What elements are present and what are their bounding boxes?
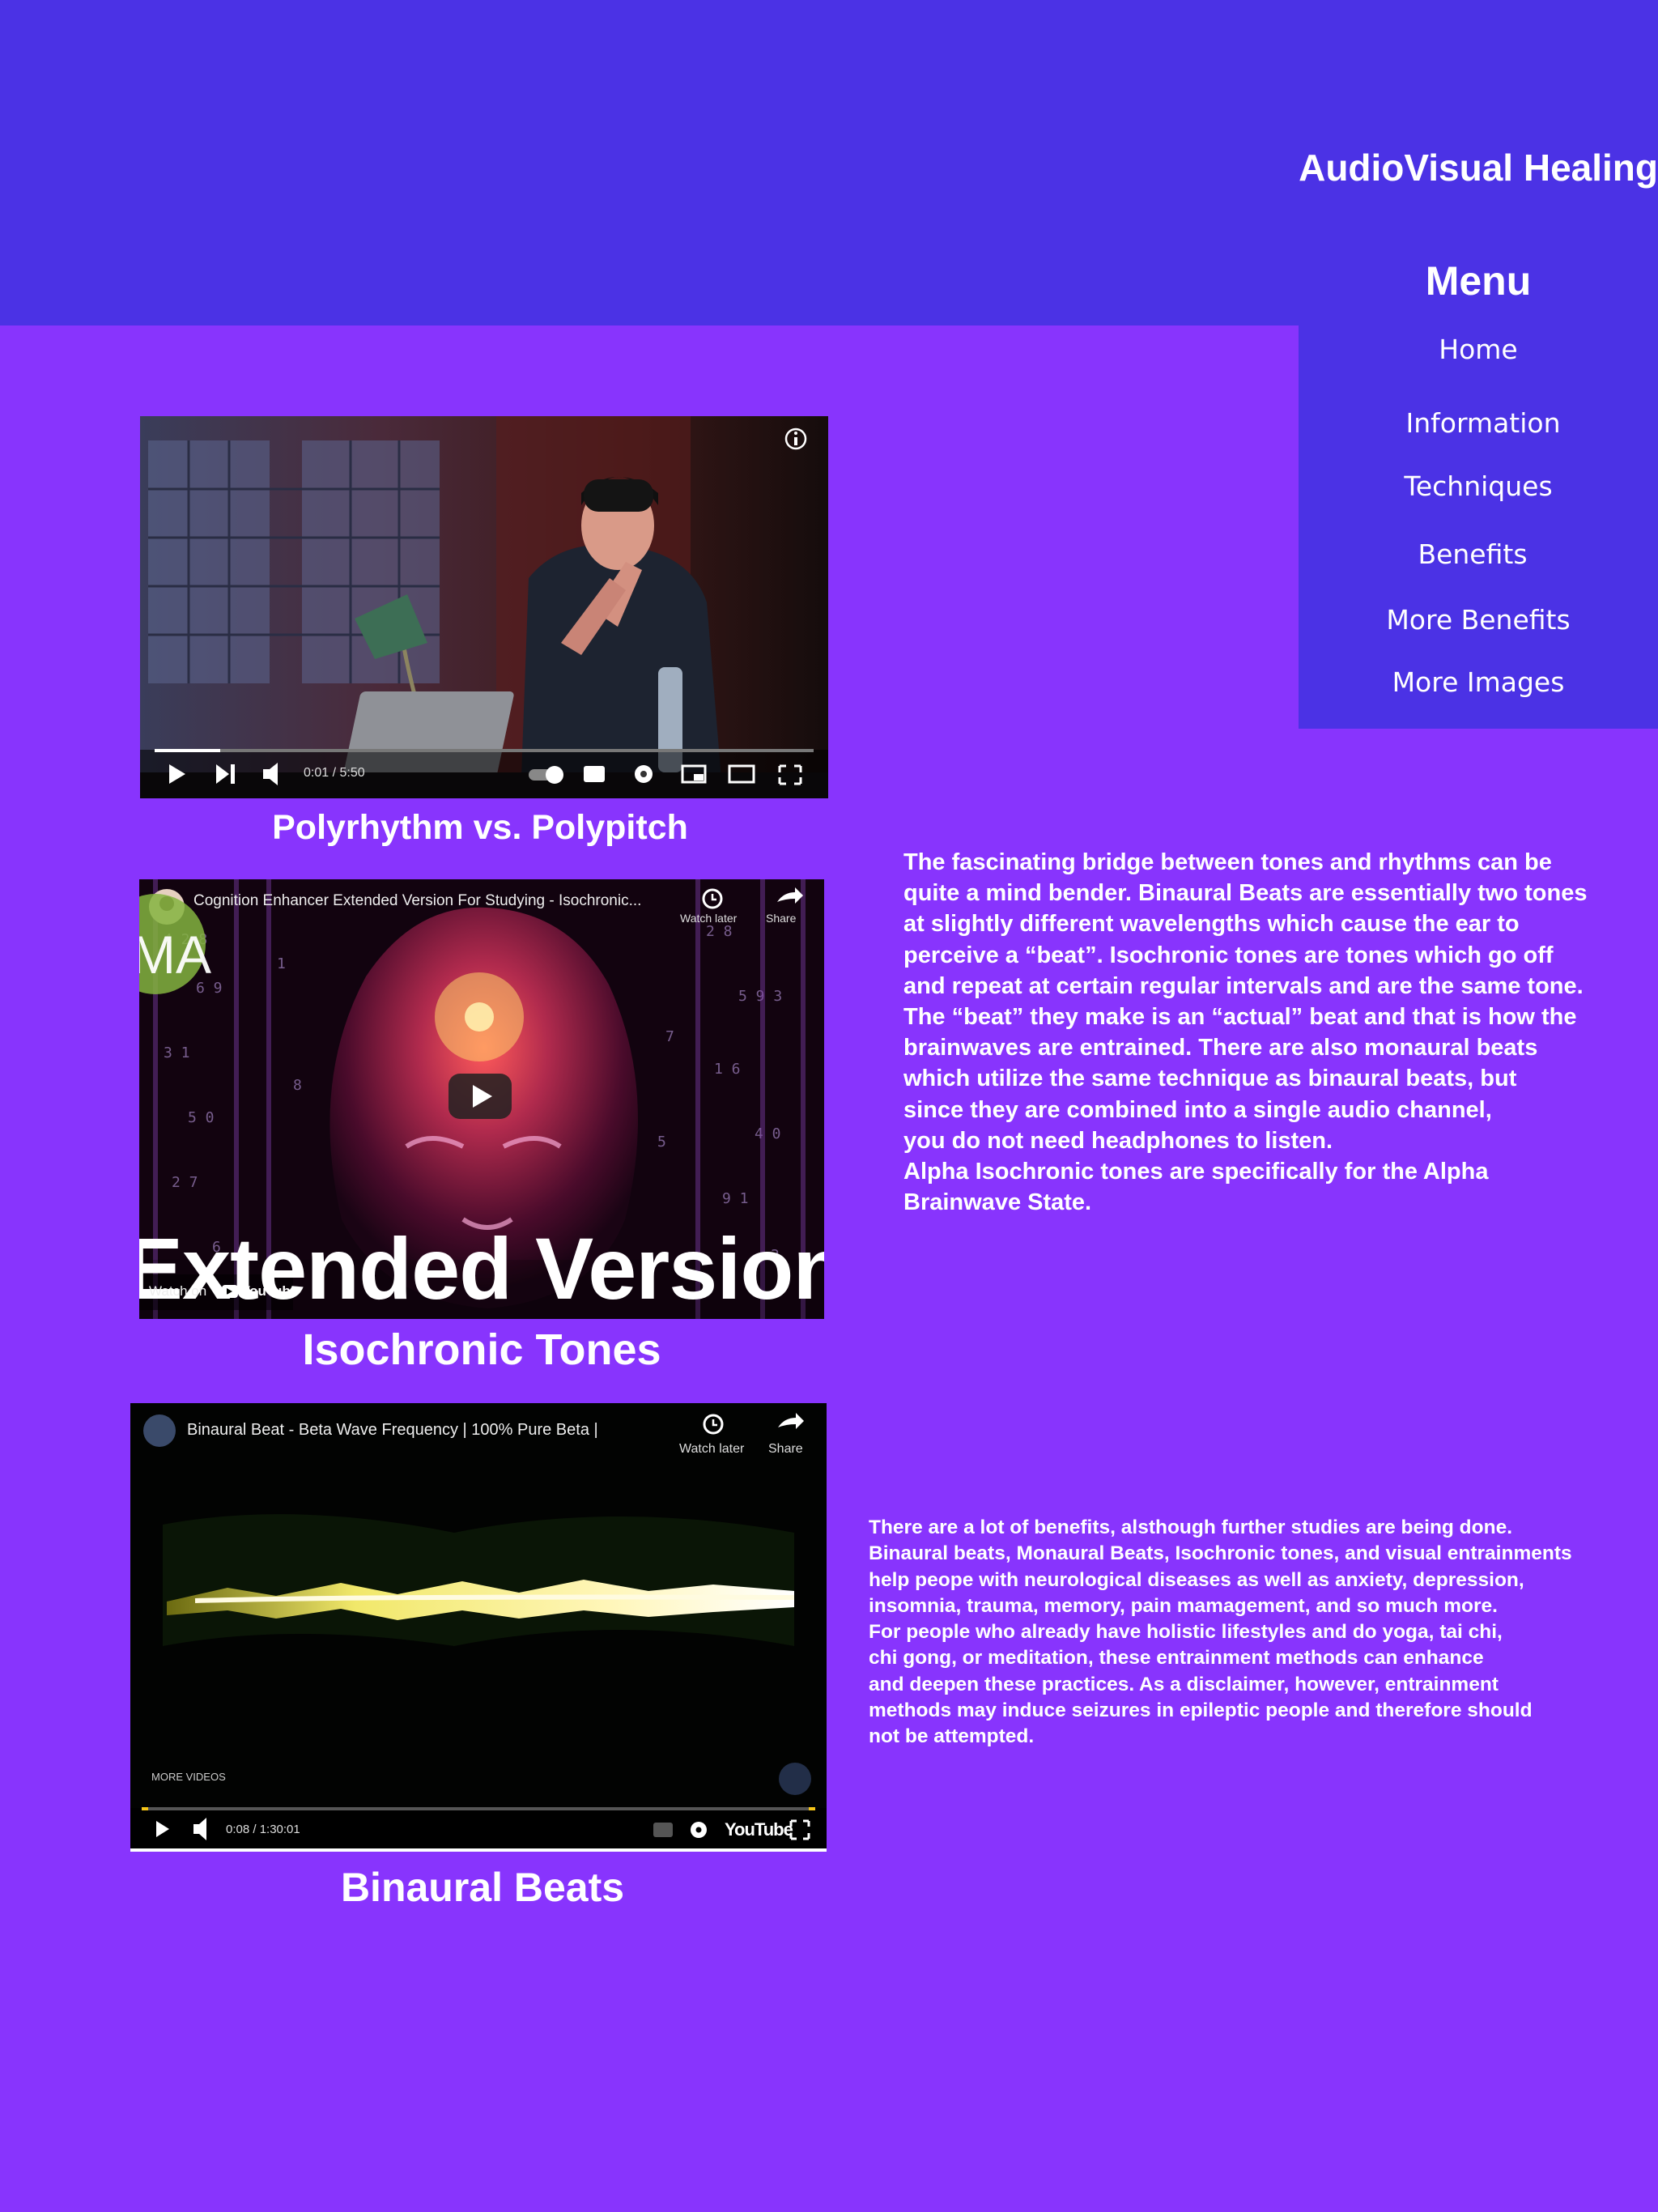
video-overlay-text: Extended Version [139,1219,824,1317]
video-time: 0:01 / 5:50 [304,766,365,780]
menu-item-more-benefits[interactable]: More Benefits [1299,604,1658,636]
captions-icon[interactable] [648,1818,678,1842]
video-player-binaural[interactable]: Binaural Beat - Beta Wave Frequency | 10… [130,1403,827,1852]
svg-text:9 1: 9 1 [722,1190,749,1207]
watch-on-label[interactable]: Watch on [149,1283,206,1300]
menu-item-benefits[interactable]: Benefits [1293,538,1652,570]
share-label[interactable]: Share [768,1442,803,1457]
svg-text:2 7: 2 7 [172,1174,198,1191]
svg-text:8: 8 [293,1077,302,1094]
svg-text:5 0: 5 0 [188,1109,215,1126]
benefits-paragraph: There are a lot of benefits, alsthough f… [869,1516,1572,1748]
svg-text:1 6: 1 6 [714,1061,741,1078]
captions-icon[interactable] [580,763,608,785]
menu-item-more-images[interactable]: More Images [1299,666,1658,698]
share-icon[interactable] [775,1413,807,1437]
svg-text:7: 7 [665,1028,674,1045]
theater-mode-icon[interactable] [726,763,757,785]
svg-text:4 0: 4 0 [755,1125,781,1142]
play-icon[interactable] [164,760,190,788]
tones-paragraph: The fascinating bridge between tones and… [903,849,1588,1216]
caption-binaural: Binaural Beats [340,1865,625,1910]
channel-avatar[interactable] [142,1413,177,1448]
site-title: AudioVisual Healing [1299,147,1658,189]
more-videos-label[interactable]: MORE VIDEOS [151,1771,226,1783]
share-icon[interactable] [776,887,805,910]
channel-avatar[interactable] [149,889,185,925]
volume-icon[interactable] [190,1816,213,1842]
fullscreen-icon[interactable] [786,1816,814,1842]
video-player-polyrhythm[interactable]: 0:01 / 5:50 [140,416,828,798]
youtube-logo[interactable]: YouTube [725,1819,793,1840]
watch-later-label[interactable]: Watch later [680,912,737,925]
video-time: 0:08 / 1:30:01 [226,1823,300,1836]
menu-title: Menu [1425,258,1532,304]
youtube-logo[interactable]: YouTube [241,1283,298,1300]
menu-item-techniques[interactable]: Techniques [1299,470,1658,502]
caption-polyrhythm: Polyrhythm vs. Polypitch [272,808,688,847]
caption-isochronic: Isochronic Tones [302,1325,661,1374]
autoplay-toggle[interactable] [527,764,566,785]
svg-text:5: 5 [657,1134,666,1151]
video-player-isochronic[interactable]: 4 2 86 93 1 5 02 76 2 85 9 31 6 4 09 13 … [139,879,824,1319]
menu-item-information[interactable]: Information [1303,407,1658,439]
watch-later-icon[interactable] [702,1413,725,1437]
volume-icon[interactable] [260,760,283,788]
video-title[interactable]: Binaural Beat - Beta Wave Frequency | 10… [187,1421,598,1440]
watch-later-label[interactable]: Watch later [679,1442,744,1457]
video-thumbnail-flame [130,1403,827,1848]
menu-item-home[interactable]: Home [1299,334,1658,365]
fullscreen-icon[interactable] [776,763,804,787]
video-thumbnail-speaker [140,416,828,798]
settings-icon[interactable] [686,1816,712,1842]
watch-later-icon[interactable] [701,887,724,910]
channel-badge: MA [139,925,211,985]
play-icon[interactable] [151,1816,176,1842]
menu-panel: Menu Home Information Techniques Benefit… [1299,243,1658,729]
settings-icon[interactable] [631,763,657,787]
svg-text:2 8: 2 8 [706,923,733,940]
play-button-icon[interactable] [449,1074,512,1119]
info-icon[interactable] [783,426,809,452]
svg-text:3 1: 3 1 [164,1044,190,1061]
video-title[interactable]: Cognition Enhancer Extended Version For … [193,892,704,910]
miniplayer-icon[interactable] [679,763,708,785]
next-icon[interactable] [211,760,237,788]
svg-text:1: 1 [277,955,286,972]
share-label[interactable]: Share [766,912,796,925]
